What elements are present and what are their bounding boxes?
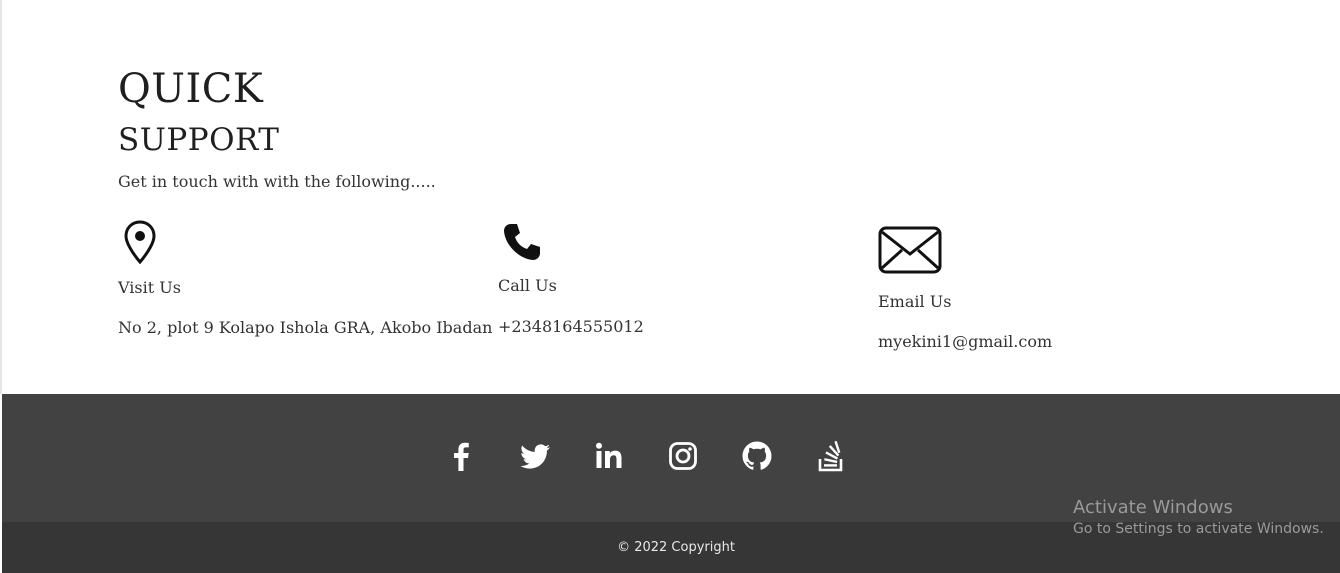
social-links — [445, 438, 847, 474]
contact-label-call: Call Us — [498, 276, 557, 295]
facebook-link[interactable] — [445, 440, 477, 472]
contact-label-email: Email Us — [878, 292, 952, 311]
twitter-link[interactable] — [519, 440, 551, 472]
contact-email-address[interactable]: myekini1@gmail.com — [878, 332, 1052, 351]
windows-activation-watermark: Activate Windows Go to Settings to activ… — [1073, 497, 1324, 537]
github-link[interactable] — [741, 440, 773, 472]
map-pin-icon — [124, 220, 156, 264]
instagram-link[interactable] — [667, 440, 699, 472]
contact-address: No 2, plot 9 Kolapo Ishola GRA, Akobo Ib… — [118, 318, 493, 337]
watermark-subtitle: Go to Settings to activate Windows. — [1073, 521, 1324, 537]
stackoverflow-link[interactable] — [815, 440, 847, 472]
twitter-icon — [520, 444, 550, 469]
linkedin-icon — [596, 442, 622, 468]
contact-phone[interactable]: +2348164555012 — [498, 317, 644, 336]
stackoverflow-icon — [818, 440, 843, 472]
section-title-line1: QUICK — [118, 66, 264, 112]
facebook-icon — [454, 442, 469, 471]
contact-label-visit: Visit Us — [118, 278, 181, 297]
copyright-text: © 2022 Copyright — [617, 540, 735, 555]
instagram-icon — [669, 442, 697, 470]
section-subtitle: Get in touch with with the following....… — [118, 172, 436, 191]
quick-support-section: QUICK SUPPORT Get in touch with with the… — [0, 0, 1340, 394]
envelope-icon — [878, 226, 942, 274]
phone-icon — [504, 224, 540, 260]
linkedin-link[interactable] — [593, 440, 625, 472]
section-title-line2: SUPPORT — [118, 122, 280, 158]
watermark-title: Activate Windows — [1073, 497, 1233, 518]
github-icon — [742, 441, 772, 470]
